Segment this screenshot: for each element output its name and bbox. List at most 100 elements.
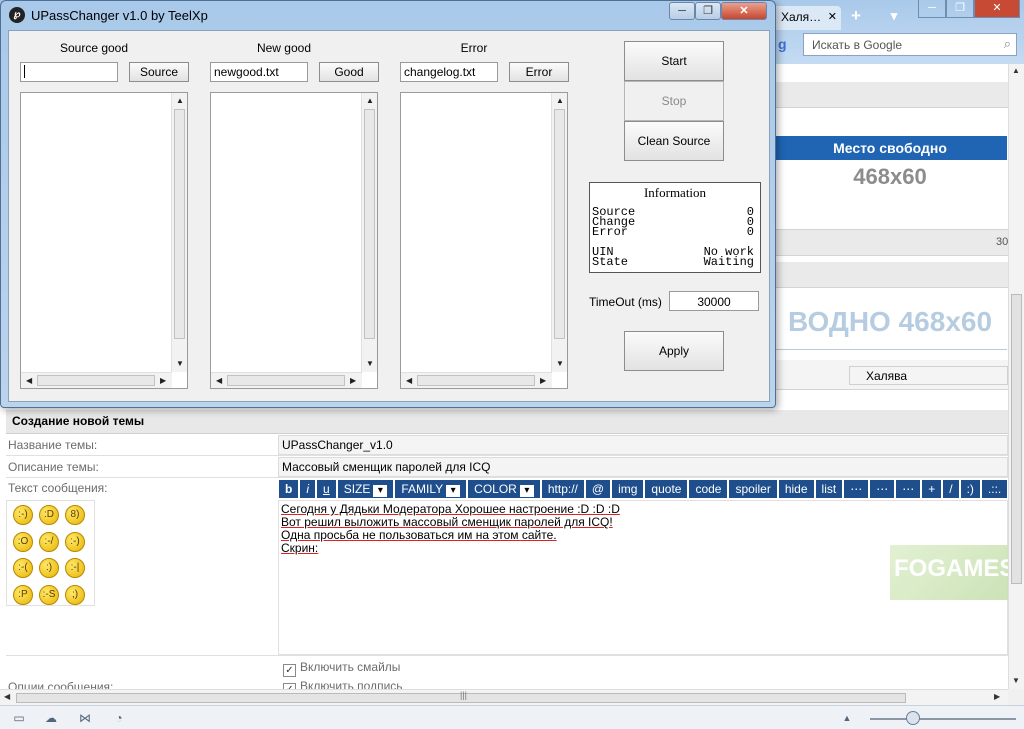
italic-button[interactable]: i (300, 480, 316, 498)
code-button[interactable]: code (689, 480, 728, 498)
error-listbox[interactable]: ▲ ▼ ◀ ▶ (400, 92, 568, 389)
smiley-icon[interactable]: ;) (65, 584, 85, 605)
browser-maximize-icon[interactable]: ❐ (946, 0, 974, 18)
smiley-icon[interactable]: :D (39, 505, 59, 525)
smiley-icon[interactable]: :-) (13, 505, 33, 525)
checkbox-icon[interactable]: ✓ (283, 664, 296, 677)
scroll-left-icon[interactable]: ◀ (26, 376, 32, 385)
source-listbox[interactable]: ▲ ▼ ◀ ▶ (20, 92, 188, 389)
smiley-icon[interactable]: :-) (65, 531, 85, 552)
family-select[interactable]: FAMILY (395, 480, 467, 498)
search-input[interactable]: Искать в Google ⌕ (803, 33, 1017, 56)
search-icon[interactable]: ⌕ (1004, 36, 1011, 52)
browser-active-tab[interactable]: Халя… ✕ (773, 6, 841, 30)
page-vertical-scrollbar[interactable]: ▲ ▼ (1008, 64, 1024, 689)
size-select[interactable]: SIZE (337, 480, 394, 498)
horizontal-scrollbar[interactable]: ◀ ▶ (401, 372, 552, 388)
cloud-icon[interactable]: ☁ (44, 711, 58, 725)
scroll-thumb[interactable] (37, 375, 155, 386)
share-icon[interactable]: ⋈ (78, 711, 92, 725)
option-smiles[interactable]: ✓ Включить смайлы (283, 660, 400, 677)
scroll-left-icon[interactable]: ◀ (406, 376, 412, 385)
topic-desc-input[interactable]: Массовый сменщик паролей для ICQ (278, 457, 1008, 477)
stop-button[interactable]: Stop (624, 81, 724, 121)
spoiler-button[interactable]: spoiler (729, 480, 777, 498)
scroll-left-icon[interactable]: ◀ (216, 376, 222, 385)
google-icon[interactable]: g (778, 36, 798, 54)
add-button[interactable]: + (922, 480, 942, 498)
close-icon[interactable]: ✕ (721, 2, 767, 20)
underline-button[interactable]: u (317, 480, 336, 498)
smiley-icon[interactable]: :-/ (39, 531, 59, 552)
smiley-icon[interactable]: :-( (13, 558, 33, 578)
bold-button[interactable]: b (279, 480, 299, 498)
horizontal-scrollbar[interactable]: ◀ ▶ (211, 372, 362, 388)
new-good-input[interactable]: newgood.txt (210, 62, 308, 82)
good-button[interactable]: Good (319, 62, 379, 82)
smiley-icon[interactable]: :-| (65, 558, 85, 578)
scroll-down-icon[interactable]: ▼ (556, 359, 564, 368)
source-good-input[interactable] (20, 62, 118, 82)
page-horizontal-scrollbar[interactable]: ◀ ||| ▶ (0, 689, 1008, 705)
scroll-thumb[interactable] (554, 109, 565, 339)
hide-button[interactable]: hide (778, 480, 814, 498)
scroll-thumb[interactable] (174, 109, 185, 339)
screen-icon[interactable]: ▭ (12, 711, 26, 725)
smiley-icon[interactable]: :O (13, 531, 33, 552)
smiley-icon[interactable]: :-S (39, 584, 59, 605)
close-tags-button[interactable]: / (943, 480, 959, 498)
minimize-icon[interactable]: ─ (669, 2, 695, 20)
smiley-button[interactable]: :) (960, 480, 980, 498)
scroll-thumb[interactable] (417, 375, 535, 386)
scroll-right-icon[interactable]: ▶ (994, 692, 1000, 701)
quote-button[interactable]: quote (645, 480, 688, 498)
source-button[interactable]: Source (129, 62, 189, 82)
vertical-scrollbar[interactable]: ▲ ▼ (171, 93, 187, 372)
scroll-right-icon[interactable]: ▶ (540, 376, 546, 385)
zoom-slider[interactable] (870, 718, 1016, 720)
scroll-down-icon[interactable]: ▼ (366, 359, 374, 368)
browser-close-icon[interactable]: ✕ (974, 0, 1020, 18)
error-input[interactable]: changelog.txt (400, 62, 498, 82)
speed-icon[interactable]: ◔ (112, 711, 126, 725)
browser-minimize-icon[interactable]: ─ (918, 0, 946, 18)
scroll-up-icon[interactable]: ▲ (176, 96, 184, 105)
scroll-thumb[interactable] (227, 375, 345, 386)
list-item-button[interactable]: ⋯ (844, 480, 869, 498)
maximize-icon[interactable]: ❐ (695, 2, 721, 20)
vertical-scrollbar[interactable]: ▲ ▼ (551, 93, 567, 372)
timeout-input[interactable]: 30000 (669, 291, 759, 311)
smiley-icon[interactable]: 8) (65, 505, 85, 525)
url-button[interactable]: http:// (541, 480, 584, 498)
scroll-thumb[interactable] (1011, 294, 1022, 584)
list-item-button[interactable]: ⋯ (896, 480, 921, 498)
scroll-right-icon[interactable]: ▶ (350, 376, 356, 385)
vertical-scrollbar[interactable]: ▲ ▼ (361, 93, 377, 372)
new-tab-icon[interactable]: + (846, 6, 866, 26)
scroll-up-icon[interactable]: ▲ (366, 96, 374, 105)
scroll-right-icon[interactable]: ▶ (160, 376, 166, 385)
close-tab-icon[interactable]: ✕ (828, 10, 837, 23)
smiley-icon[interactable]: :) (39, 558, 59, 578)
scroll-thumb[interactable] (364, 109, 375, 339)
zoom-up-icon[interactable]: ▲ (840, 711, 854, 725)
email-button[interactable]: @ (585, 480, 611, 498)
topic-name-input[interactable]: UPassChanger_v1.0 (278, 435, 1008, 455)
color-select[interactable]: COLOR (468, 480, 540, 498)
list-item-button[interactable]: ⋯ (870, 480, 895, 498)
start-button[interactable]: Start (624, 41, 724, 81)
list-button[interactable]: list (815, 480, 843, 498)
scroll-up-icon[interactable]: ▲ (1012, 66, 1020, 75)
horizontal-scrollbar[interactable]: ◀ ▶ (21, 372, 172, 388)
scroll-left-icon[interactable]: ◀ (4, 692, 10, 701)
more-button[interactable]: .::. (981, 480, 1008, 498)
bookmarks-icon[interactable]: ▾ (884, 6, 904, 26)
error-button[interactable]: Error (509, 62, 569, 82)
scroll-down-icon[interactable]: ▼ (1012, 676, 1020, 685)
new-good-listbox[interactable]: ▲ ▼ ◀ ▶ (210, 92, 378, 389)
zoom-handle[interactable] (906, 711, 920, 725)
img-button[interactable]: img (612, 480, 644, 498)
clean-source-button[interactable]: Clean Source (624, 121, 724, 161)
scroll-down-icon[interactable]: ▼ (176, 359, 184, 368)
ad-banner[interactable]: ВОДНО 468x60 (773, 292, 1007, 350)
